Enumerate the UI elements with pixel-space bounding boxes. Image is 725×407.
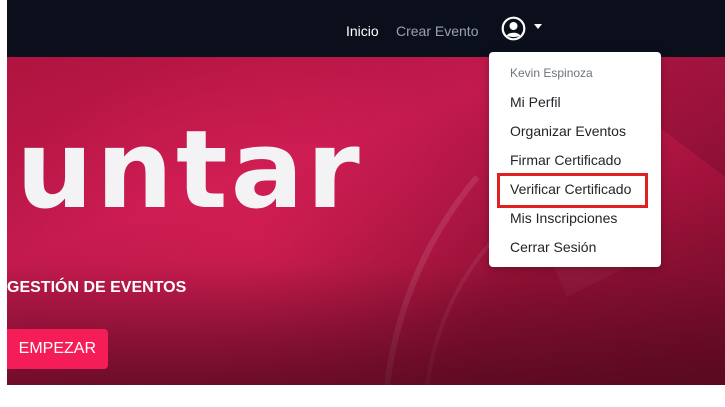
start-button[interactable]: EMPEZAR bbox=[7, 329, 108, 369]
menu-item-verify-certificate[interactable]: Verificar Certificado bbox=[510, 181, 631, 197]
caret-down-icon[interactable] bbox=[534, 24, 542, 29]
hero-title: Juntar bbox=[7, 108, 363, 233]
menu-item-my-registrations[interactable]: Mis Inscripciones bbox=[510, 210, 617, 226]
hero-subtitle: GESTIÓN DE EVENTOS bbox=[7, 279, 187, 296]
menu-item-my-profile[interactable]: Mi Perfil bbox=[510, 94, 561, 110]
menu-item-organize-events[interactable]: Organizar Eventos bbox=[510, 123, 626, 139]
page: Juntar GESTIÓN DE EVENTOS EMPEZAR Inicio… bbox=[0, 0, 725, 407]
menu-item-sign-certificate[interactable]: Firmar Certificado bbox=[510, 152, 621, 168]
user-circle-icon[interactable] bbox=[501, 16, 526, 41]
nav-link-home[interactable]: Inicio bbox=[346, 22, 379, 40]
user-dropdown-menu: Kevin Espinoza Mi Perfil Organizar Event… bbox=[489, 52, 661, 267]
menu-item-logout[interactable]: Cerrar Sesión bbox=[510, 239, 596, 255]
page-bottom bbox=[0, 385, 725, 407]
dropdown-header-username: Kevin Espinoza bbox=[510, 66, 593, 80]
nav-link-create-event[interactable]: Crear Evento bbox=[396, 22, 478, 40]
top-navbar: Inicio Crear Evento bbox=[7, 0, 725, 57]
